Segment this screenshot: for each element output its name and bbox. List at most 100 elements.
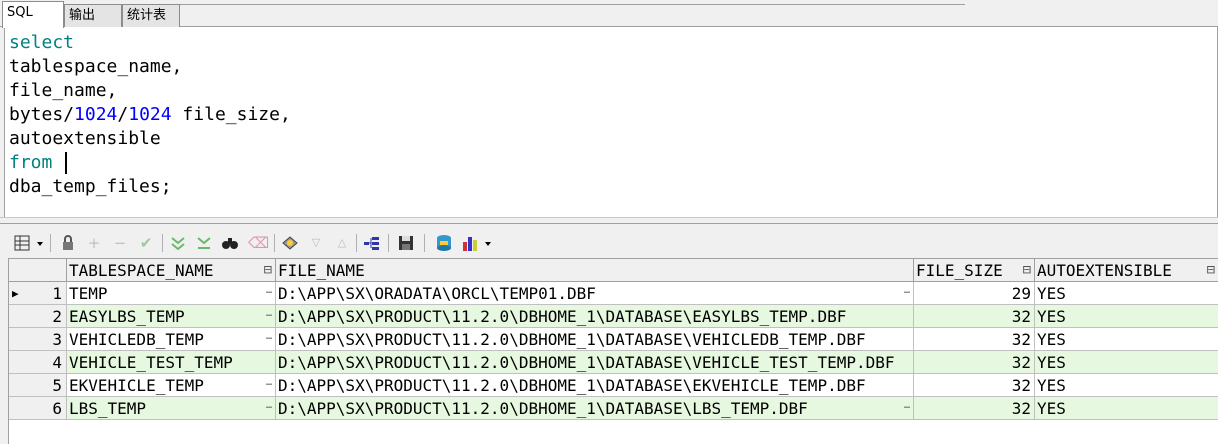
row-number[interactable]: ▶ 1 (9, 282, 67, 305)
column-header-label: FILE_SIZE (916, 261, 1003, 280)
row-indicator-header (9, 259, 67, 282)
row-number[interactable]: 6 (9, 397, 67, 420)
code-line: tablespace_name, (9, 56, 183, 77)
cell-autoextensible[interactable]: YES (1035, 374, 1218, 397)
keyword-select: select (9, 32, 75, 53)
column-resize-icon: ⊟ (1206, 262, 1215, 278)
cell-autoextensible[interactable]: YES (1035, 282, 1218, 305)
row-number[interactable]: 4 (9, 351, 67, 374)
tab-output[interactable]: 输出 (64, 4, 122, 27)
cell-autoextensible[interactable]: YES (1035, 397, 1218, 420)
ellipsis-icon: … (265, 285, 272, 296)
toolbar-separator (424, 234, 425, 252)
cell-tablespace-name[interactable]: EKVEHICLE_TEMP… (67, 374, 276, 397)
code-number: 1024 (74, 104, 118, 125)
export-icon[interactable] (434, 233, 454, 253)
keyword-from: from (9, 152, 53, 173)
grid-header-row: TABLESPACE_NAME ⊟ FILE_NAME FILE_SIZE ⊟ AU… (9, 259, 1218, 282)
cell-file-name[interactable]: D:\APP\SX\PRODUCT\11.2.0\DBHOME_1\DATABA… (276, 351, 914, 374)
code-operator: / (63, 104, 75, 125)
table-row[interactable]: ▶ 1 TEMP… D:\APP\SX\ORADATA\ORCL\TEMP01.D… (9, 282, 1218, 305)
ellipsis-icon: … (903, 400, 910, 411)
grid-toolbar: + − ✔ ⌫ ▽ △ (0, 228, 1218, 258)
code-token: bytes (9, 104, 64, 125)
cell-file-name[interactable]: D:\APP\SX\ORADATA\ORCL\TEMP01.DBF… (276, 282, 914, 305)
toolbar-separator (162, 234, 163, 252)
code-line: autoextensible (9, 128, 161, 149)
code-operator: / (117, 104, 129, 125)
column-header-tablespace-name[interactable]: TABLESPACE_NAME ⊟ (67, 259, 276, 282)
result-grid[interactable]: TABLESPACE_NAME ⊟ FILE_NAME FILE_SIZE ⊟ AU… (8, 258, 1218, 444)
column-header-label: AUTOEXTENSIBLE (1037, 261, 1172, 280)
table-row[interactable]: 2 EASYLBS_TEMP… D:\APP\SX\PRODUCT\11.2.0… (9, 305, 1218, 328)
cell-tablespace-name[interactable]: VEHICLE_TEST_TEMP (67, 351, 276, 374)
ellipsis-icon: … (903, 285, 910, 296)
query-icon[interactable] (280, 233, 300, 253)
cell-file-size[interactable]: 29 (914, 282, 1035, 305)
ellipsis-icon: … (265, 308, 272, 319)
pane-splitter[interactable] (0, 217, 1218, 224)
tab-sql[interactable]: SQL (2, 1, 64, 28)
cell-tablespace-name[interactable]: TEMP… (67, 282, 276, 305)
tab-bar-line (180, 0, 965, 5)
code-token: file_size, (171, 104, 291, 125)
column-header-label: FILE_NAME (278, 261, 365, 280)
explain-icon[interactable] (362, 233, 382, 253)
cell-file-name[interactable]: D:\APP\SX\PRODUCT\11.2.0\DBHOME_1\DATABA… (276, 328, 914, 351)
cell-autoextensible[interactable]: YES (1035, 328, 1218, 351)
chart-icon[interactable] (460, 233, 496, 253)
cell-file-size[interactable]: 32 (914, 328, 1035, 351)
current-row-arrow-icon: ▶ (12, 287, 19, 300)
cell-tablespace-name[interactable]: EASYLBS_TEMP… (67, 305, 276, 328)
column-header-autoextensible[interactable]: AUTOEXTENSIBLE ⊟ (1035, 259, 1218, 282)
find-icon[interactable] (220, 233, 240, 253)
cell-autoextensible[interactable]: YES (1035, 351, 1218, 374)
code-line: bytes/1024/1024 file_size, (9, 103, 291, 127)
row-number[interactable]: 3 (9, 328, 67, 351)
toolbar-separator (50, 234, 51, 252)
post-edit-icon[interactable]: ✔ (136, 233, 156, 253)
cell-tablespace-name[interactable]: VEHICLEDB_TEMP… (67, 328, 276, 351)
column-header-file-name[interactable]: FILE_NAME (276, 259, 914, 282)
tab-statistics[interactable]: 统计表 (122, 4, 180, 27)
ellipsis-icon: … (265, 331, 272, 342)
lock-icon[interactable] (58, 233, 78, 253)
cell-file-name[interactable]: D:\APP\SX\PRODUCT\11.2.0\DBHOME_1\DATABA… (276, 397, 914, 420)
cell-file-size[interactable]: 32 (914, 374, 1035, 397)
cell-tablespace-name[interactable]: LBS_TEMP… (67, 397, 276, 420)
cell-autoextensible[interactable]: YES (1035, 305, 1218, 328)
code-line: dba_temp_files; (9, 176, 172, 197)
table-row[interactable]: 6 LBS_TEMP… D:\APP\SX\PRODUCT\11.2.0\DBH… (9, 397, 1218, 420)
row-number[interactable]: 2 (9, 305, 67, 328)
sql-editor[interactable]: select tablespace_name, file_name, bytes… (4, 27, 1218, 217)
cell-file-name[interactable]: D:\APP\SX\PRODUCT\11.2.0\DBHOME_1\DATABA… (276, 374, 914, 397)
column-resize-icon: ⊟ (263, 262, 272, 278)
save-icon[interactable] (396, 233, 416, 253)
tab-bar: SQL 输出 统计表 (0, 0, 1218, 28)
delete-record-icon[interactable]: − (110, 233, 130, 253)
clear-icon[interactable]: ⌫ (248, 233, 269, 253)
table-row[interactable]: 5 EKVEHICLE_TEMP… D:\APP\SX\PRODUCT\11.2… (9, 374, 1218, 397)
code-line: file_name, (9, 80, 118, 101)
text-caret (65, 152, 68, 174)
column-header-label: TABLESPACE_NAME (69, 261, 214, 280)
cell-file-size[interactable]: 32 (914, 351, 1035, 374)
cell-file-name[interactable]: D:\APP\SX\PRODUCT\11.2.0\DBHOME_1\DATABA… (276, 305, 914, 328)
cell-file-size[interactable]: 32 (914, 305, 1035, 328)
column-resize-icon: ⊟ (1022, 262, 1031, 278)
table-row[interactable]: 3 VEHICLEDB_TEMP… D:\APP\SX\PRODUCT\11.2… (9, 328, 1218, 351)
filter-up-icon[interactable]: △ (332, 233, 352, 253)
grid-menu-icon[interactable] (12, 233, 46, 253)
row-number[interactable]: 5 (9, 374, 67, 397)
code-number: 1024 (128, 104, 172, 125)
sort-asc-icon[interactable] (168, 233, 188, 253)
ellipsis-icon: … (265, 377, 272, 388)
toolbar-separator (388, 234, 389, 252)
sort-desc-icon[interactable] (194, 233, 214, 253)
table-row[interactable]: 4 VEHICLE_TEST_TEMP D:\APP\SX\PRODUCT\11… (9, 351, 1218, 374)
column-header-file-size[interactable]: FILE_SIZE ⊟ (914, 259, 1035, 282)
filter-down-icon[interactable]: ▽ (306, 233, 326, 253)
toolbar-separator (356, 234, 357, 252)
cell-file-size[interactable]: 32 (914, 397, 1035, 420)
add-record-icon[interactable]: + (84, 233, 104, 253)
